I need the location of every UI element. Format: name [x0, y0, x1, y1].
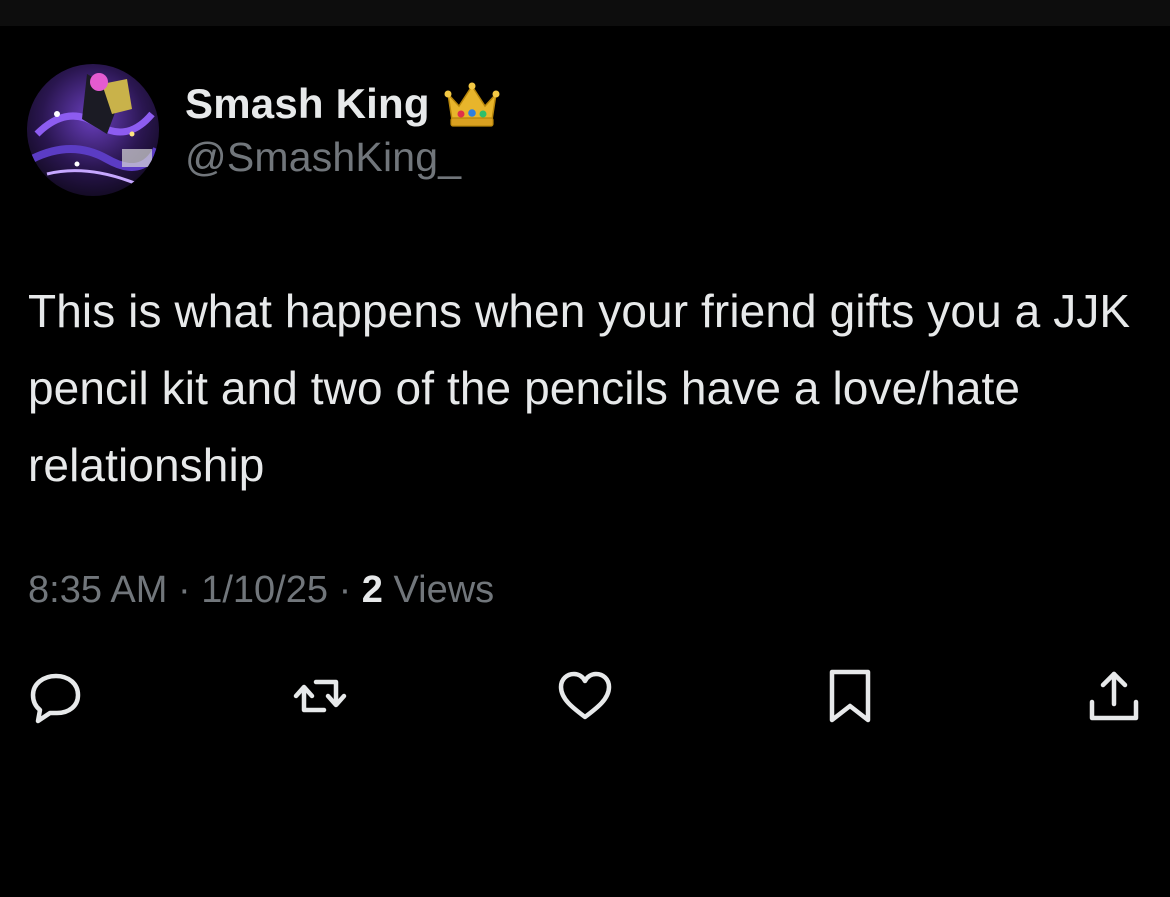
action-bar	[0, 664, 1170, 734]
status-bar	[0, 0, 1170, 26]
tweet-meta: 8:35 AM · 1/10/25 · 2 Views	[28, 569, 494, 612]
heart-icon	[558, 671, 612, 720]
tweet-date[interactable]: 1/10/25	[201, 569, 328, 611]
author-name-row[interactable]: Smash King	[185, 76, 500, 132]
author-handle[interactable]: @SmashKing_	[185, 134, 461, 181]
reply-button[interactable]	[24, 664, 88, 728]
bookmark-icon	[829, 669, 871, 723]
tweet-time[interactable]: 8:35 AM	[28, 569, 167, 611]
meta-separator: ·	[177, 569, 191, 611]
bookmark-button[interactable]	[818, 664, 882, 728]
reply-icon	[30, 673, 81, 724]
retweet-icon	[293, 679, 347, 713]
views-count[interactable]: 2	[362, 569, 383, 611]
retweet-button[interactable]	[288, 664, 352, 728]
crown-icon	[444, 80, 500, 128]
share-button[interactable]	[1082, 664, 1146, 728]
author-display-name[interactable]: Smash King	[185, 80, 430, 128]
like-button[interactable]	[553, 664, 617, 728]
meta-separator: ·	[338, 569, 352, 611]
tweet-text: This is what happens when your friend gi…	[28, 285, 1131, 491]
tweet: Smash King @SmashKing_ This is what happ…	[0, 26, 1170, 897]
avatar[interactable]	[27, 64, 159, 196]
avatar-image	[27, 64, 159, 196]
views-label[interactable]: Views	[393, 569, 494, 611]
share-icon	[1089, 671, 1139, 721]
